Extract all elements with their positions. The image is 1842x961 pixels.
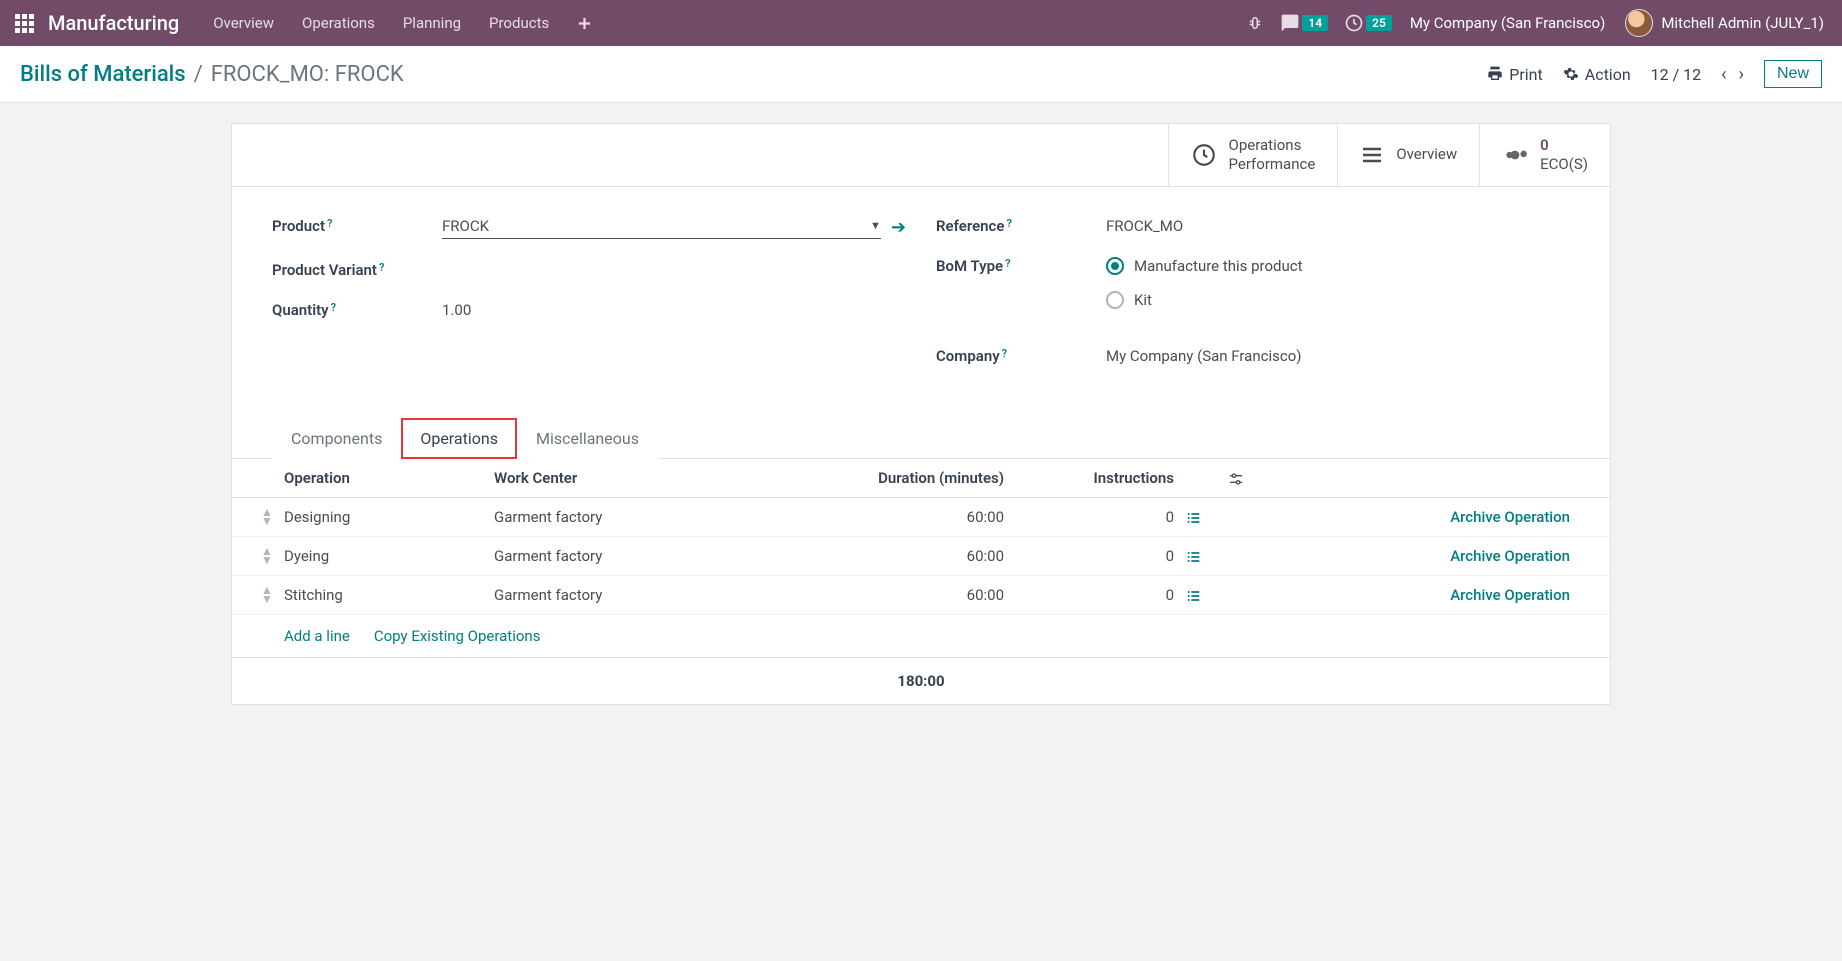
form-sheet: OperationsPerformance Overview 0ECO(S) P… bbox=[231, 123, 1611, 705]
drag-handle-icon[interactable]: ▲▼ bbox=[250, 508, 284, 525]
print-button[interactable]: Print bbox=[1487, 65, 1542, 84]
label-bom-type: BoM Type bbox=[936, 257, 1003, 275]
th-settings-icon[interactable] bbox=[1214, 469, 1244, 487]
action-button[interactable]: Action bbox=[1563, 65, 1631, 84]
label-product: Product bbox=[272, 217, 325, 235]
breadcrumb-sep: / bbox=[194, 62, 203, 87]
grid-header: Operation Work Center Duration (minutes)… bbox=[232, 459, 1610, 498]
th-work-center[interactable]: Work Center bbox=[494, 469, 774, 487]
tab-components[interactable]: Components bbox=[272, 418, 401, 459]
archive-operation-button[interactable]: Archive Operation bbox=[1450, 586, 1570, 604]
help-icon[interactable]: ? bbox=[1006, 217, 1011, 230]
stat-bar: OperationsPerformance Overview 0ECO(S) bbox=[232, 124, 1610, 187]
activities-badge: 25 bbox=[1366, 15, 1392, 31]
nav-overview[interactable]: Overview bbox=[199, 0, 288, 46]
tab-operations[interactable]: Operations bbox=[401, 418, 517, 459]
messaging-icon[interactable]: 14 bbox=[1280, 13, 1328, 33]
app-brand[interactable]: Manufacturing bbox=[48, 11, 179, 35]
label-quantity: Quantity bbox=[272, 301, 329, 319]
nav-plus-icon[interactable] bbox=[563, 0, 606, 46]
help-icon[interactable]: ? bbox=[1005, 257, 1010, 270]
reference-value[interactable]: FROCK_MO bbox=[1106, 217, 1570, 235]
product-select[interactable]: FROCK ▼ bbox=[442, 217, 881, 239]
apps-icon[interactable] bbox=[8, 14, 40, 33]
stat-operations-performance[interactable]: OperationsPerformance bbox=[1168, 124, 1338, 186]
control-bar: Bills of Materials / FROCK_MO: FROCK Pri… bbox=[0, 46, 1842, 103]
grid-total-duration: 180:00 bbox=[232, 657, 1610, 704]
company-value[interactable]: My Company (San Francisco) bbox=[1106, 347, 1570, 365]
breadcrumb-root[interactable]: Bills of Materials bbox=[20, 62, 186, 87]
tab-miscellaneous[interactable]: Miscellaneous bbox=[517, 418, 658, 459]
table-row[interactable]: ▲▼ Stitching Garment factory 60:00 0 Arc… bbox=[232, 576, 1610, 615]
th-duration[interactable]: Duration (minutes) bbox=[774, 469, 1004, 487]
breadcrumb-current: FROCK_MO: FROCK bbox=[211, 62, 404, 87]
pager-prev-icon[interactable]: ‹ bbox=[1721, 64, 1726, 85]
debug-icon[interactable] bbox=[1246, 14, 1264, 32]
nav-products[interactable]: Products bbox=[475, 0, 563, 46]
company-switcher[interactable]: My Company (San Francisco) bbox=[1400, 14, 1615, 32]
archive-operation-button[interactable]: Archive Operation bbox=[1450, 508, 1570, 526]
activities-icon[interactable]: 25 bbox=[1344, 13, 1392, 33]
pager[interactable]: 12 / 12 bbox=[1651, 65, 1702, 84]
add-a-line[interactable]: Add a line bbox=[284, 627, 350, 645]
messaging-badge: 14 bbox=[1302, 15, 1328, 31]
drag-handle-icon[interactable]: ▲▼ bbox=[250, 586, 284, 603]
user-menu[interactable]: Mitchell Admin (JULY_1) bbox=[1615, 9, 1834, 37]
avatar bbox=[1625, 9, 1653, 37]
quantity-value[interactable]: 1.00 bbox=[442, 301, 906, 319]
instructions-list-icon[interactable] bbox=[1174, 547, 1214, 565]
caret-down-icon: ▼ bbox=[870, 219, 881, 232]
stat-overview[interactable]: Overview bbox=[1337, 124, 1479, 186]
radio-manufacture[interactable]: Manufacture this product bbox=[1106, 257, 1570, 275]
th-operation[interactable]: Operation bbox=[284, 469, 494, 487]
help-icon[interactable]: ? bbox=[1002, 347, 1007, 360]
label-reference: Reference bbox=[936, 217, 1004, 235]
notebook-tabs: Components Operations Miscellaneous bbox=[232, 417, 1610, 459]
label-variant: Product Variant bbox=[272, 261, 377, 279]
table-row[interactable]: ▲▼ Designing Garment factory 60:00 0 Arc… bbox=[232, 498, 1610, 537]
stat-ecos[interactable]: 0ECO(S) bbox=[1479, 124, 1610, 186]
th-instructions[interactable]: Instructions bbox=[1004, 469, 1174, 487]
help-icon[interactable]: ? bbox=[331, 301, 336, 314]
external-link-icon[interactable]: ➔ bbox=[891, 217, 906, 238]
instructions-list-icon[interactable] bbox=[1174, 586, 1214, 604]
instructions-list-icon[interactable] bbox=[1174, 508, 1214, 526]
drag-handle-icon[interactable]: ▲▼ bbox=[250, 547, 284, 564]
pager-next-icon[interactable]: › bbox=[1739, 64, 1744, 85]
operations-grid: Operation Work Center Duration (minutes)… bbox=[232, 459, 1610, 704]
help-icon[interactable]: ? bbox=[327, 217, 332, 230]
radio-kit[interactable]: Kit bbox=[1106, 291, 1570, 309]
nav-operations[interactable]: Operations bbox=[288, 0, 389, 46]
user-name: Mitchell Admin (JULY_1) bbox=[1661, 14, 1824, 32]
nav-planning[interactable]: Planning bbox=[389, 0, 475, 46]
copy-existing-operations[interactable]: Copy Existing Operations bbox=[374, 627, 541, 645]
label-company: Company bbox=[936, 347, 1000, 365]
topbar: Manufacturing Overview Operations Planni… bbox=[0, 0, 1842, 46]
archive-operation-button[interactable]: Archive Operation bbox=[1450, 547, 1570, 565]
new-button[interactable]: New bbox=[1764, 60, 1822, 88]
table-row[interactable]: ▲▼ Dyeing Garment factory 60:00 0 Archiv… bbox=[232, 537, 1610, 576]
help-icon[interactable]: ? bbox=[379, 261, 384, 274]
